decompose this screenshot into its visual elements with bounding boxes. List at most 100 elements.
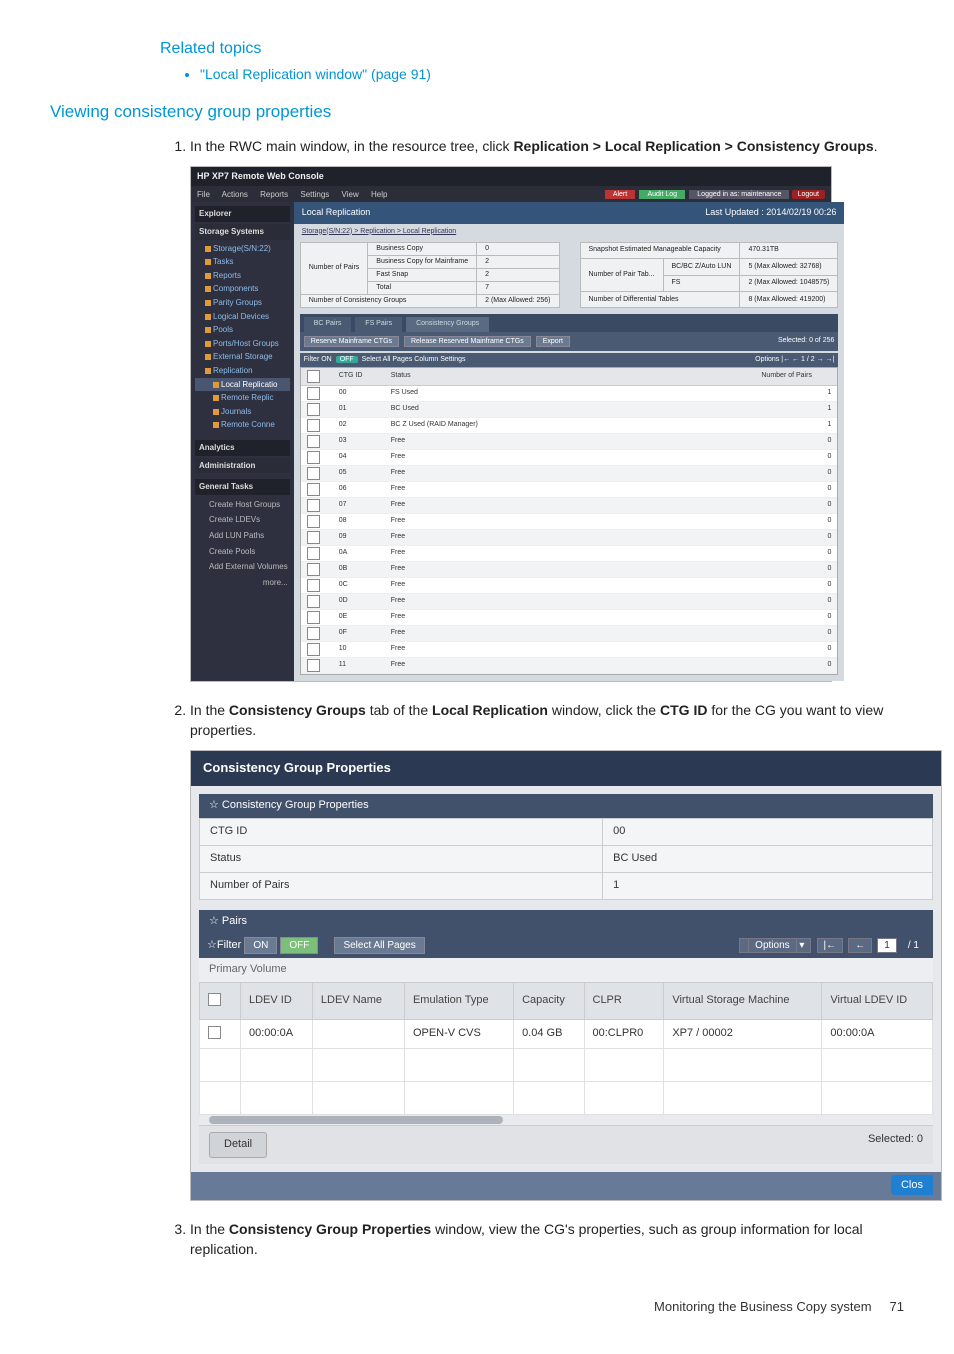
row-checkbox[interactable] [307, 611, 320, 624]
menu-settings[interactable]: Settings [300, 190, 329, 199]
storage-systems-header[interactable]: Storage Systems [195, 224, 290, 240]
col-num-pairs[interactable]: Number of Pairs [755, 368, 837, 386]
row-checkbox[interactable] [307, 547, 320, 560]
cg-row[interactable]: 10Free0 [301, 641, 838, 657]
audit-log-badge[interactable]: Audit Log [639, 190, 685, 199]
ss2-select-all-pages[interactable]: Select All Pages [334, 937, 424, 954]
cg-row[interactable]: 11Free0 [301, 657, 838, 673]
row-checkbox[interactable] [307, 467, 320, 480]
analytics-header[interactable]: Analytics [195, 440, 290, 456]
gt-create-ldevs[interactable]: Create LDEVs [195, 512, 290, 528]
cg-row[interactable]: 0FFree0 [301, 625, 838, 641]
release-mf-ctgs-button[interactable]: Release Reserved Mainframe CTGs [404, 336, 531, 347]
cg-row[interactable]: 0BFree0 [301, 561, 838, 577]
tree-ports-host-groups[interactable]: Ports/Host Groups [195, 337, 290, 351]
page-next[interactable]: → [817, 356, 824, 363]
pairs-row[interactable]: 00:00:0A OPEN-V CVS 0.04 GB 00:CLPR0 XP7… [200, 1019, 933, 1048]
tree-remote-connections[interactable]: Remote Conne [195, 418, 290, 432]
col-status[interactable]: Status [385, 368, 756, 386]
page-first[interactable]: |← [781, 356, 790, 363]
column-settings[interactable]: Column Settings [414, 356, 465, 363]
options-dropdown[interactable]: Options [755, 356, 779, 363]
gt-more[interactable]: more... [195, 575, 290, 591]
tree-remote-replication[interactable]: Remote Replic [195, 391, 290, 405]
tree-replication[interactable]: Replication [195, 364, 290, 378]
menu-reports[interactable]: Reports [260, 190, 288, 199]
menu-file[interactable]: File [197, 190, 210, 199]
select-all-checkbox[interactable] [307, 370, 320, 383]
row-checkbox[interactable] [307, 451, 320, 464]
ss2-page-first[interactable]: |← [817, 938, 844, 953]
export-button[interactable]: Export [536, 336, 570, 347]
col-vsm[interactable]: Virtual Storage Machine [664, 982, 822, 1019]
cg-row[interactable]: 02BC Z Used (RAID Manager)1 [301, 417, 838, 433]
cg-row[interactable]: 01BC Used1 [301, 401, 838, 417]
tree-journals[interactable]: Journals [195, 405, 290, 419]
col-clpr[interactable]: CLPR [584, 982, 664, 1019]
row-checkbox[interactable] [307, 659, 320, 672]
cg-row[interactable]: 07Free0 [301, 497, 838, 513]
page-prev[interactable]: ← [792, 356, 799, 363]
col-ctg-id[interactable]: CTG ID [333, 368, 385, 386]
row-checkbox[interactable] [307, 579, 320, 592]
tree-external-storage[interactable]: External Storage [195, 350, 290, 364]
page-last[interactable]: →| [826, 356, 835, 363]
ss2-page-prev[interactable]: ← [848, 938, 872, 953]
filter-on[interactable]: ON [321, 356, 332, 363]
col-virtual-ldev-id[interactable]: Virtual LDEV ID [822, 982, 933, 1019]
row-checkbox[interactable] [307, 627, 320, 640]
horizontal-scrollbar[interactable] [199, 1115, 933, 1125]
cg-row[interactable]: 0DFree0 [301, 593, 838, 609]
row-checkbox[interactable] [307, 419, 320, 432]
related-link-local-replication[interactable]: "Local Replication window" (page 91) [200, 66, 904, 82]
tree-logical-devices[interactable]: Logical Devices [195, 310, 290, 324]
row-checkbox[interactable] [307, 515, 320, 528]
filter-off[interactable]: OFF [336, 356, 358, 363]
tab-fs-pairs[interactable]: FS Pairs [355, 317, 402, 331]
menu-help[interactable]: Help [371, 190, 387, 199]
tree-reports[interactable]: Reports [195, 269, 290, 283]
ss2-options-dropdown[interactable]: Options ▾ [739, 938, 811, 953]
reserve-mf-ctgs-button[interactable]: Reserve Mainframe CTGs [304, 336, 399, 347]
close-button[interactable]: Clos [891, 1175, 933, 1195]
ss2-filter-off[interactable]: OFF [280, 937, 318, 954]
cg-row[interactable]: 09Free0 [301, 529, 838, 545]
row-checkbox[interactable] [307, 499, 320, 512]
gt-add-external-volumes[interactable]: Add External Volumes [195, 559, 290, 575]
row-checkbox[interactable] [307, 387, 320, 400]
col-emulation-type[interactable]: Emulation Type [404, 982, 513, 1019]
col-capacity[interactable]: Capacity [514, 982, 584, 1019]
col-ldev-id[interactable]: LDEV ID [241, 982, 313, 1019]
tree-storage[interactable]: Storage(S/N:22) [195, 242, 290, 256]
alert-badge[interactable]: Alert [605, 190, 635, 199]
col-ldev-name[interactable]: LDEV Name [312, 982, 404, 1019]
tree-components[interactable]: Components [195, 282, 290, 296]
cg-row[interactable]: 03Free0 [301, 433, 838, 449]
select-all-pages[interactable]: Select All Pages [362, 356, 413, 363]
cg-row[interactable]: 0CFree0 [301, 577, 838, 593]
row-checkbox[interactable] [208, 1026, 221, 1039]
row-checkbox[interactable] [307, 403, 320, 416]
cg-row[interactable]: 05Free0 [301, 465, 838, 481]
menu-actions[interactable]: Actions [222, 190, 248, 199]
row-checkbox[interactable] [307, 435, 320, 448]
tab-consistency-groups[interactable]: Consistency Groups [406, 317, 489, 331]
cg-row[interactable]: 08Free0 [301, 513, 838, 529]
cg-row[interactable]: 06Free0 [301, 481, 838, 497]
administration-header[interactable]: Administration [195, 458, 290, 474]
gt-add-lun-paths[interactable]: Add LUN Paths [195, 528, 290, 544]
breadcrumb[interactable]: Storage(S/N:22) > Replication > Local Re… [294, 224, 845, 240]
cg-row[interactable]: 04Free0 [301, 449, 838, 465]
ss2-filter-on[interactable]: ON [244, 937, 277, 954]
tree-local-replication[interactable]: Local Replicatio [195, 378, 290, 392]
tree-tasks[interactable]: Tasks [195, 255, 290, 269]
cg-row[interactable]: 0EFree0 [301, 609, 838, 625]
gt-create-host-groups[interactable]: Create Host Groups [195, 497, 290, 513]
ss2-select-all-checkbox[interactable] [208, 993, 221, 1006]
row-checkbox[interactable] [307, 483, 320, 496]
gt-create-pools[interactable]: Create Pools [195, 544, 290, 560]
cg-row[interactable]: 0AFree0 [301, 545, 838, 561]
row-checkbox[interactable] [307, 563, 320, 576]
detail-button[interactable]: Detail [209, 1132, 267, 1158]
row-checkbox[interactable] [307, 595, 320, 608]
